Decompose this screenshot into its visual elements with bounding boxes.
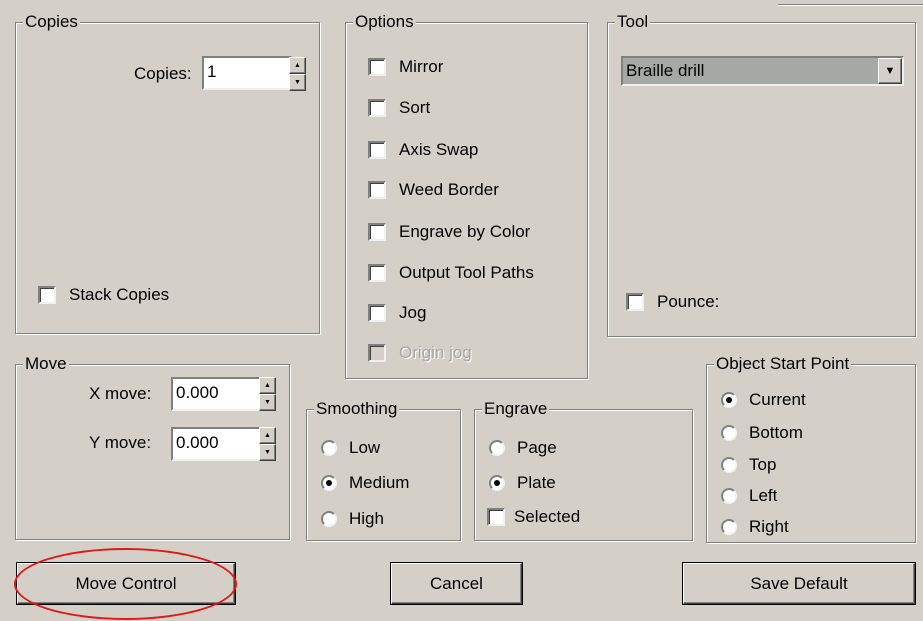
smoothing-group: Smoothing Low Medium High bbox=[306, 399, 461, 541]
smoothing-medium-button[interactable] bbox=[321, 475, 337, 491]
start-top-label: Top bbox=[749, 455, 777, 474]
move-group: Move X move: 0.000 ▲ ▼ Y move: 0.000 ▲ ▼ bbox=[15, 354, 290, 540]
axis-swap-label: Axis Swap bbox=[399, 140, 479, 159]
engrave-selected-checkbox[interactable]: Selected bbox=[487, 506, 580, 528]
engrave-by-color-label: Engrave by Color bbox=[399, 222, 531, 241]
output-tool-paths-checkbox[interactable]: Output Tool Paths bbox=[368, 262, 534, 284]
smoothing-high-button[interactable] bbox=[321, 511, 337, 527]
start-bottom-label: Bottom bbox=[749, 423, 803, 442]
weed-border-label: Weed Border bbox=[399, 180, 499, 199]
engrave-page-radio[interactable]: Page bbox=[489, 437, 557, 459]
start-top-button[interactable] bbox=[721, 457, 737, 473]
engrave-selected-box[interactable] bbox=[487, 508, 505, 526]
copies-group: Copies Copies: 1 ▲ ▼ Stack Copies bbox=[15, 12, 320, 334]
output-tool-paths-label: Output Tool Paths bbox=[399, 263, 534, 282]
tool-select-value: Braille drill bbox=[626, 61, 705, 80]
y-move-input[interactable]: 0.000 bbox=[171, 427, 261, 461]
start-current-button[interactable] bbox=[721, 392, 737, 408]
weed-border-checkbox[interactable]: Weed Border bbox=[368, 179, 499, 201]
move-control-button[interactable]: Move Control bbox=[17, 563, 235, 604]
engrave-legend: Engrave bbox=[482, 399, 550, 419]
axis-swap-box[interactable] bbox=[368, 141, 386, 159]
tool-legend: Tool bbox=[615, 12, 651, 32]
options-group: Options Mirror Sort Axis Swap Weed Borde… bbox=[345, 12, 588, 379]
engrave-group: Engrave Page Plate Selected bbox=[474, 399, 693, 541]
y-move-down-button[interactable]: ▼ bbox=[259, 444, 276, 461]
smoothing-legend: Smoothing bbox=[314, 399, 400, 419]
smoothing-high-radio[interactable]: High bbox=[321, 508, 384, 530]
engrave-page-button[interactable] bbox=[489, 440, 505, 456]
x-move-up-button[interactable]: ▲ bbox=[259, 377, 276, 394]
engrave-page-label: Page bbox=[517, 438, 557, 457]
origin-jog-checkbox: Origin jog bbox=[368, 342, 472, 364]
start-point-legend: Object Start Point bbox=[714, 354, 852, 374]
engrave-by-color-box[interactable] bbox=[368, 223, 386, 241]
y-move-label: Y move: bbox=[89, 433, 152, 452]
mirror-checkbox[interactable]: Mirror bbox=[368, 56, 443, 78]
engrave-by-color-checkbox[interactable]: Engrave by Color bbox=[368, 221, 530, 243]
pounce-box[interactable] bbox=[626, 293, 644, 311]
smoothing-low-button[interactable] bbox=[321, 440, 337, 456]
start-current-radio[interactable]: Current bbox=[721, 389, 806, 411]
cancel-button[interactable]: Cancel bbox=[391, 563, 522, 604]
stack-copies-box[interactable] bbox=[38, 286, 56, 304]
smoothing-high-label: High bbox=[349, 509, 384, 528]
engrave-plate-label: Plate bbox=[517, 473, 556, 492]
start-right-button[interactable] bbox=[721, 519, 737, 535]
pounce-label: Pounce: bbox=[657, 292, 720, 311]
smoothing-medium-radio[interactable]: Medium bbox=[321, 472, 409, 494]
weed-border-box[interactable] bbox=[368, 181, 386, 199]
stack-copies-checkbox[interactable]: Stack Copies bbox=[38, 284, 169, 306]
copies-down-button[interactable]: ▼ bbox=[289, 74, 306, 91]
axis-swap-checkbox[interactable]: Axis Swap bbox=[368, 139, 478, 161]
jog-box[interactable] bbox=[368, 304, 386, 322]
copies-legend: Copies bbox=[23, 12, 80, 32]
engrave-selected-label: Selected bbox=[514, 507, 581, 526]
copies-input[interactable]: 1 bbox=[202, 56, 292, 90]
start-left-radio[interactable]: Left bbox=[721, 485, 777, 507]
move-legend: Move bbox=[23, 354, 69, 374]
engrave-plate-radio[interactable]: Plate bbox=[489, 472, 556, 494]
start-left-button[interactable] bbox=[721, 488, 737, 504]
origin-jog-box bbox=[368, 344, 386, 362]
window-edge bbox=[778, 4, 923, 6]
smoothing-medium-label: Medium bbox=[349, 473, 410, 492]
origin-jog-label: Origin jog bbox=[399, 343, 472, 362]
x-move-label: X move: bbox=[89, 384, 152, 403]
jog-label: Jog bbox=[399, 303, 427, 322]
y-move-up-button[interactable]: ▲ bbox=[259, 427, 276, 444]
mirror-label: Mirror bbox=[399, 57, 444, 76]
engrave-plate-button[interactable] bbox=[489, 475, 505, 491]
start-left-label: Left bbox=[749, 486, 778, 505]
copies-up-button[interactable]: ▲ bbox=[289, 57, 306, 74]
sort-box[interactable] bbox=[368, 99, 386, 117]
tool-group: Tool Braille drill ▼ Pounce: bbox=[607, 12, 916, 337]
chevron-down-icon[interactable]: ▼ bbox=[878, 58, 902, 84]
sort-checkbox[interactable]: Sort bbox=[368, 97, 430, 119]
options-legend: Options bbox=[353, 12, 416, 32]
copies-label: Copies: bbox=[134, 64, 192, 83]
stack-copies-label: Stack Copies bbox=[69, 285, 170, 304]
x-move-down-button[interactable]: ▼ bbox=[259, 394, 276, 411]
start-right-radio[interactable]: Right bbox=[721, 516, 789, 538]
output-tool-paths-box[interactable] bbox=[368, 264, 386, 282]
smoothing-low-label: Low bbox=[349, 438, 381, 457]
start-right-label: Right bbox=[749, 517, 789, 536]
sort-label: Sort bbox=[399, 98, 431, 117]
start-bottom-radio[interactable]: Bottom bbox=[721, 422, 803, 444]
jog-checkbox[interactable]: Jog bbox=[368, 302, 426, 324]
start-current-label: Current bbox=[749, 390, 806, 409]
pounce-checkbox[interactable]: Pounce: bbox=[626, 291, 719, 313]
x-move-input[interactable]: 0.000 bbox=[171, 377, 261, 411]
smoothing-low-radio[interactable]: Low bbox=[321, 437, 380, 459]
tool-select[interactable]: Braille drill ▼ bbox=[621, 56, 904, 86]
mirror-box[interactable] bbox=[368, 58, 386, 76]
start-point-group: Object Start Point Current Bottom Top Le… bbox=[706, 354, 916, 543]
save-default-button[interactable]: Save Default bbox=[683, 563, 915, 604]
start-bottom-button[interactable] bbox=[721, 425, 737, 441]
start-top-radio[interactable]: Top bbox=[721, 454, 776, 476]
